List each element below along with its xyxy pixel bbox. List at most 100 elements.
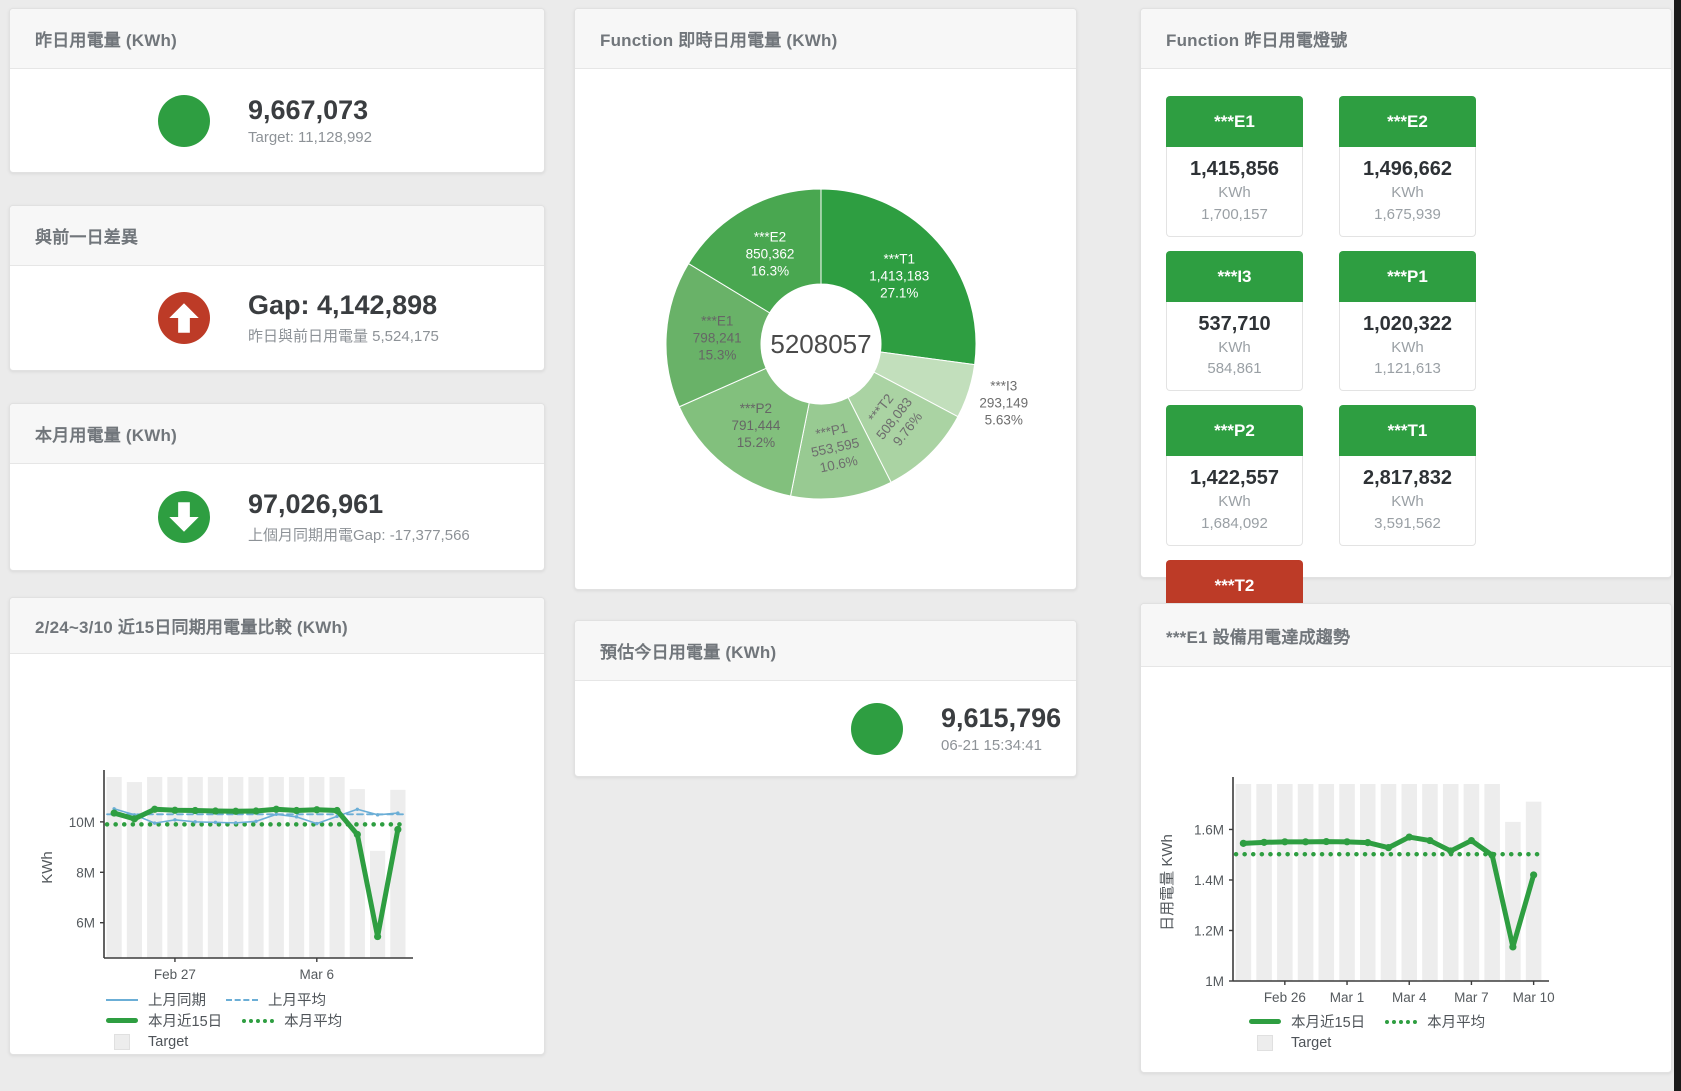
day-gap-value: Gap: 4,142,898 — [248, 290, 439, 321]
light-tile: ***P11,020,322KWh1,121,613 — [1339, 251, 1476, 392]
day-gap-subtitle: 昨日與前日用電量 5,524,175 — [248, 325, 439, 346]
data-point — [192, 807, 199, 814]
legend-item[interactable]: 本月平均 — [1385, 1011, 1485, 1032]
light-tile: ***P21,422,557KWh1,684,092 — [1166, 405, 1303, 546]
legend-square-swatch — [1257, 1035, 1273, 1051]
data-point — [1364, 839, 1371, 846]
arrow-up-circle-icon — [158, 292, 210, 344]
realtime-donut-chart: ***T11,413,18327.1%***I3293,1495.63%***T… — [575, 69, 1076, 589]
data-point — [171, 807, 178, 814]
legend-thick-swatch — [1249, 1019, 1281, 1024]
data-point — [1323, 838, 1330, 845]
target-bar — [1236, 784, 1252, 981]
light-tile-unit: KWh — [1340, 182, 1475, 204]
x-tick-label: Feb 27 — [154, 967, 196, 982]
donut-slice-label: ***I3293,1495.63% — [979, 379, 1028, 428]
light-tile-target: 1,684,092 — [1167, 513, 1302, 535]
light-tile-target: 584,861 — [1167, 358, 1302, 380]
card-day-gap-title: 與前一日差異 — [10, 206, 544, 266]
y-tick-label: 1.6M — [1194, 822, 1224, 837]
data-point — [234, 821, 237, 824]
data-point — [293, 807, 300, 814]
data-point — [254, 820, 257, 823]
light-tile-value: 2,817,832 — [1340, 465, 1475, 491]
light-tile-value: 1,020,322 — [1340, 311, 1475, 337]
data-point — [295, 815, 298, 818]
data-point — [1530, 871, 1537, 878]
target-bar — [309, 777, 324, 958]
data-point — [1281, 838, 1288, 845]
y-tick-label: 6M — [76, 916, 95, 931]
data-point — [354, 831, 361, 838]
legend-dashed-swatch — [226, 999, 258, 1001]
data-point — [173, 818, 176, 821]
legend-item[interactable]: 本月近15日 — [1249, 1011, 1365, 1032]
x-tick-label: Mar 7 — [1454, 990, 1489, 1005]
legend-item[interactable]: 本月近15日 — [106, 1010, 222, 1031]
light-tile: ***E11,415,856KWh1,700,157 — [1166, 96, 1303, 237]
x-tick-label: Mar 10 — [1513, 990, 1555, 1005]
data-point — [356, 808, 359, 811]
forecast-value: 9,615,796 — [941, 703, 1061, 734]
legend-thick-swatch — [106, 1018, 138, 1023]
legend-item[interactable]: 本月平均 — [242, 1010, 342, 1031]
data-point — [313, 806, 320, 813]
data-point — [1385, 844, 1392, 851]
data-point — [315, 822, 318, 825]
x-tick-label: Mar 4 — [1392, 990, 1427, 1005]
data-point — [111, 809, 118, 816]
x-tick-label: Mar 6 — [300, 967, 335, 982]
legend-label: Target — [1291, 1035, 1331, 1051]
light-tile-body: 2,817,832KWh3,591,562 — [1339, 456, 1476, 546]
target-bar — [127, 782, 142, 958]
month-gap-subtitle: 上個月同期用電Gap: -17,377,566 — [248, 524, 470, 545]
legend-label: 本月平均 — [1427, 1011, 1485, 1032]
legend-line-swatch — [106, 999, 138, 1001]
legend-item[interactable]: 上月同期 — [106, 989, 206, 1010]
y-tick-label: 1M — [1205, 974, 1224, 989]
scrollbar[interactable] — [1674, 0, 1681, 1091]
light-tile-target: 1,675,939 — [1340, 204, 1475, 226]
light-tile-body: 1,496,662KWh1,675,939 — [1339, 147, 1476, 237]
data-point — [214, 821, 217, 824]
light-tile-name: ***I3 — [1166, 251, 1303, 302]
y-tick-label: 1.4M — [1194, 873, 1224, 888]
e1-trend-chart: 1M 1.2M 1.4M 1.6M Feb 26 Mar 1 Mar 4 Mar 7 Mar 1… — [1141, 667, 1671, 1007]
y-axis-title: 日用電量 KWh — [1159, 834, 1176, 931]
comparison-legend: 上月同期上月平均本月近15日本月平均 Target — [106, 990, 362, 1051]
month-value: 97,026,961 — [248, 489, 470, 520]
light-tile-body: 537,710KWh584,861 — [1166, 302, 1303, 392]
light-tile-body: 1,020,322KWh1,121,613 — [1339, 302, 1476, 392]
legend-label: 本月近15日 — [1291, 1011, 1365, 1032]
light-tile: ***E21,496,662KWh1,675,939 — [1339, 96, 1476, 237]
legend-label: 本月近15日 — [148, 1010, 222, 1031]
light-tile-value: 1,415,856 — [1167, 156, 1302, 182]
target-bar — [1360, 784, 1376, 981]
data-point — [1447, 847, 1454, 854]
light-tile-target: 1,121,613 — [1340, 358, 1475, 380]
light-tile-value: 537,710 — [1167, 311, 1302, 337]
target-bar — [1298, 784, 1314, 981]
data-point — [1406, 833, 1413, 840]
x-tick-label: Feb 26 — [1264, 990, 1306, 1005]
light-tile-value: 1,496,662 — [1340, 156, 1475, 182]
legend-item[interactable]: Target — [1249, 1035, 1331, 1051]
card-15day-comparison: 2/24~3/10 近15日同期用電量比較 (KWh) 6M8M10MFeb 2… — [9, 597, 545, 1055]
light-tile-unit: KWh — [1167, 182, 1302, 204]
legend-dotted-swatch — [242, 1019, 274, 1023]
light-tile-unit: KWh — [1167, 491, 1302, 513]
y-axis-title: KWh — [39, 851, 56, 884]
legend-item[interactable]: Target — [106, 1034, 188, 1050]
data-point — [131, 815, 138, 822]
x-tick-label: Mar 1 — [1330, 990, 1365, 1005]
legend-item[interactable]: 上月平均 — [226, 989, 326, 1010]
card-month-usage: 本月用電量 (KWh) 97,026,961 上個月同期用電Gap: -17,3… — [9, 403, 545, 571]
target-bar — [289, 777, 304, 958]
target-bar — [269, 777, 284, 958]
status-circle-icon — [158, 95, 210, 147]
target-bar — [1505, 822, 1521, 981]
y-tick-label: 1.2M — [1194, 923, 1224, 938]
target-bar — [1464, 784, 1480, 981]
legend-label: Target — [148, 1034, 188, 1050]
legend-label: 上月同期 — [148, 989, 206, 1010]
